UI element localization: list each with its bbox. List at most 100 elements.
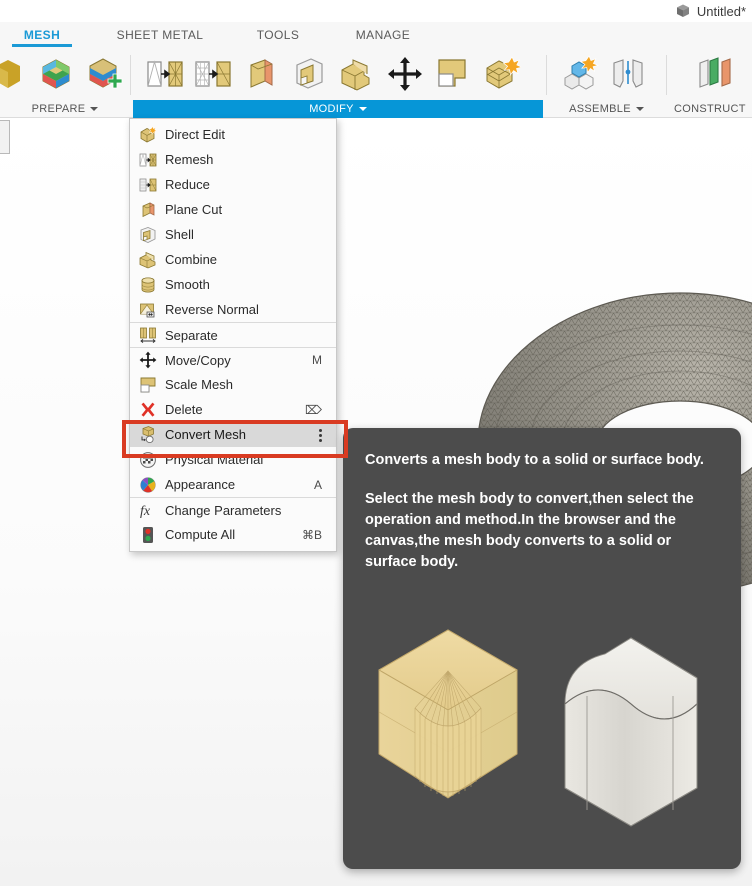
compute-all-icon bbox=[143, 526, 153, 543]
tab-sheet-metal[interactable]: SHEET METAL bbox=[105, 22, 215, 47]
menu-item-shell[interactable]: Shell bbox=[130, 222, 336, 247]
panel-prepare: PREPARE bbox=[0, 47, 130, 118]
solid-body-smooth-cube bbox=[564, 637, 698, 827]
menu-item-convert-mesh[interactable]: Convert Mesh bbox=[130, 422, 336, 447]
panel-construct: CONSTRUCT bbox=[670, 47, 752, 118]
menu-item-shortcut: ⌦ bbox=[305, 402, 322, 417]
menu-item-label: Shell bbox=[165, 227, 194, 242]
document-tab[interactable]: Untitled* bbox=[671, 1, 750, 21]
reduce-icon[interactable] bbox=[193, 54, 233, 94]
menu-item-shortcut: A bbox=[313, 477, 322, 492]
menu-item-label: Move/Copy bbox=[165, 352, 231, 368]
menu-item-compute-all[interactable]: Compute All ⌘B bbox=[130, 522, 336, 547]
panel-prepare-footer[interactable]: PREPARE bbox=[0, 100, 130, 118]
menu-item-label: Convert Mesh bbox=[165, 427, 246, 442]
panel-construct-footer[interactable]: CONSTRUCT bbox=[670, 100, 752, 118]
mesh-body-faceted-cube bbox=[378, 629, 518, 799]
tab-manage[interactable]: MANAGE bbox=[341, 22, 425, 47]
menu-item-shortcut: M bbox=[312, 353, 322, 367]
menu-item-label: Smooth bbox=[165, 277, 210, 292]
chevron-down-icon bbox=[90, 107, 99, 111]
plane-cut-icon[interactable] bbox=[241, 54, 281, 94]
menu-item-move-copy[interactable]: Move/Copy M bbox=[130, 347, 336, 372]
remesh-icon[interactable] bbox=[145, 54, 185, 94]
title-bar: Untitled* bbox=[0, 0, 752, 22]
shell-icon bbox=[140, 226, 156, 243]
menu-item-remesh[interactable]: Remesh bbox=[130, 147, 336, 172]
menu-item-delete[interactable]: Delete ⌦ bbox=[130, 397, 336, 422]
browser-panel-edge[interactable] bbox=[0, 120, 10, 154]
combine-icon bbox=[139, 251, 156, 268]
tab-manage-label: MANAGE bbox=[355, 27, 411, 42]
panel-modify: MODIFY bbox=[133, 47, 543, 118]
change-parameters-icon: fx bbox=[140, 504, 151, 519]
panel-assemble: ASSEMBLE bbox=[550, 47, 663, 118]
reverse-normal-icon bbox=[140, 303, 155, 317]
scale-mesh-icon bbox=[140, 377, 156, 392]
menu-item-label: Plane Cut bbox=[165, 202, 223, 217]
reduce-icon bbox=[139, 178, 157, 191]
separate-icon bbox=[140, 327, 156, 343]
offset-plane-icon[interactable] bbox=[694, 54, 734, 94]
mesh-section-analysis-icon[interactable] bbox=[36, 54, 76, 94]
tab-sheet-metal-label: SHEET METAL bbox=[116, 27, 204, 42]
tooltip-paragraph-1: Converts a mesh body to a solid or surfa… bbox=[365, 452, 704, 468]
menu-item-label: Physical Material bbox=[165, 452, 264, 467]
menu-item-reverse-normal[interactable]: Reverse Normal bbox=[130, 297, 336, 322]
menu-item-combine[interactable]: Combine bbox=[130, 247, 336, 272]
move-copy-icon[interactable] bbox=[385, 54, 425, 94]
modify-dropdown-menu: Direct Edit Remesh Reduce Plane Cut Shel… bbox=[129, 118, 337, 552]
move-copy-icon bbox=[139, 351, 157, 369]
menu-item-label: Remesh bbox=[165, 152, 214, 167]
menu-item-direct-edit[interactable]: Direct Edit bbox=[130, 122, 336, 147]
svg-text:fx: fx bbox=[140, 504, 151, 519]
tab-tools[interactable]: TOOLS bbox=[243, 22, 313, 47]
menu-item-label: Scale Mesh bbox=[165, 377, 233, 392]
smooth-icon bbox=[141, 277, 155, 292]
menu-item-options-icon[interactable] bbox=[314, 427, 328, 443]
combine-icon[interactable] bbox=[337, 54, 377, 94]
menu-item-separate[interactable]: Separate bbox=[130, 322, 336, 347]
menu-item-label: Separate bbox=[165, 327, 218, 343]
remesh-icon bbox=[139, 153, 157, 166]
new-component-icon[interactable] bbox=[560, 54, 600, 94]
convert-mesh-icon[interactable] bbox=[481, 54, 521, 94]
ribbon-divider-3 bbox=[666, 55, 667, 95]
menu-item-label: Delete bbox=[165, 402, 203, 417]
menu-item-label: Reduce bbox=[165, 177, 210, 192]
menu-item-label: Compute All bbox=[165, 527, 236, 542]
mesh-insert-icon[interactable] bbox=[84, 54, 124, 94]
panel-assemble-footer[interactable]: ASSEMBLE bbox=[550, 100, 663, 118]
scale-mesh-icon[interactable] bbox=[433, 54, 473, 94]
mesh-create-base-icon[interactable] bbox=[0, 54, 28, 94]
direct-edit-icon bbox=[140, 125, 157, 142]
menu-item-physical-material[interactable]: Physical Material bbox=[130, 447, 336, 472]
menu-item-label: Reverse Normal bbox=[165, 302, 259, 317]
ribbon-divider-1 bbox=[130, 55, 131, 95]
ribbon-divider-2 bbox=[546, 55, 547, 95]
menu-item-smooth[interactable]: Smooth bbox=[130, 272, 336, 297]
menu-item-label: Direct Edit bbox=[165, 127, 225, 142]
menu-item-reduce[interactable]: Reduce bbox=[130, 172, 336, 197]
menu-item-plane-cut[interactable]: Plane Cut bbox=[130, 197, 336, 222]
menu-item-appearance[interactable]: Appearance A bbox=[130, 472, 336, 497]
convert-mesh-icon bbox=[141, 425, 154, 443]
menu-item-label: Combine bbox=[165, 252, 218, 267]
fusion-window: Untitled* MESH SHEET METAL TOOLS MANAGE bbox=[0, 0, 752, 886]
physical-material-icon bbox=[140, 451, 156, 468]
joint-icon[interactable] bbox=[608, 54, 648, 94]
panel-prepare-label: PREPARE bbox=[31, 103, 86, 115]
chevron-down-icon bbox=[635, 107, 644, 111]
panel-modify-label: MODIFY bbox=[309, 103, 354, 115]
shell-icon[interactable] bbox=[289, 54, 329, 94]
convert-mesh-tooltip: Converts a mesh body to a solid or surfa… bbox=[343, 428, 741, 869]
panel-modify-footer[interactable]: MODIFY bbox=[133, 100, 543, 118]
tab-mesh[interactable]: MESH bbox=[12, 22, 72, 47]
menu-item-change-parameters[interactable]: fx Change Parameters bbox=[130, 497, 336, 522]
appearance-icon bbox=[140, 476, 156, 493]
chevron-down-icon bbox=[358, 107, 367, 111]
menu-item-scale-mesh[interactable]: Scale Mesh bbox=[130, 372, 336, 397]
panel-assemble-label: ASSEMBLE bbox=[569, 103, 631, 115]
document-title: Untitled* bbox=[696, 3, 746, 19]
menu-item-shortcut: ⌘B bbox=[301, 527, 322, 542]
